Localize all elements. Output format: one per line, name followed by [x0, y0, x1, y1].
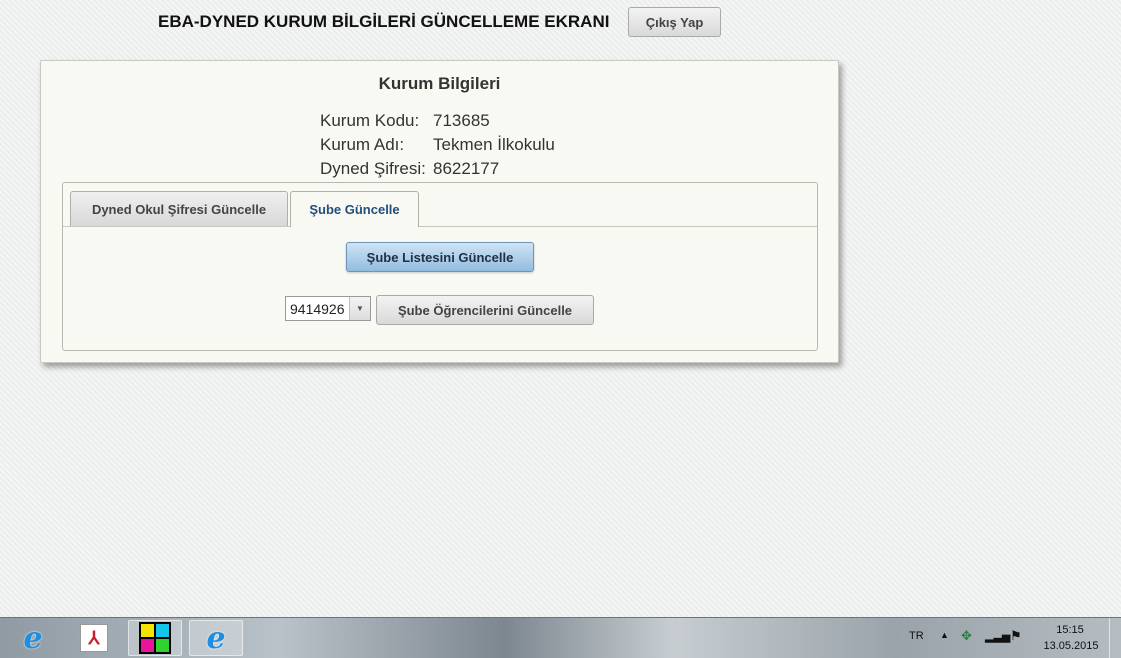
update-class-students-button[interactable]: Şube Öğrencilerini Güncelle — [376, 295, 594, 325]
flag-icon[interactable]: ⚑ — [1010, 628, 1022, 644]
tabs-container: Dyned Okul Şifresi Güncelle Şube Güncell… — [62, 182, 818, 351]
logout-button[interactable]: Çıkış Yap — [628, 7, 721, 37]
tab-update-class[interactable]: Şube Güncelle — [290, 191, 419, 227]
dyned-password-value: 8622177 — [433, 159, 500, 178]
institution-code-value: 713685 — [433, 111, 490, 130]
info-row-institution-name: Kurum Adı: Tekmen İlkokulu — [320, 135, 555, 155]
institution-name-value: Tekmen İlkokulu — [433, 135, 555, 154]
taskbar-pdf-button[interactable]: ⅄ — [67, 620, 121, 656]
info-label: Dyned Şifresi: — [320, 159, 426, 178]
tab-bar: Dyned Okul Şifresi Güncelle Şube Güncell… — [63, 183, 817, 227]
info-row-institution-code: Kurum Kodu: 713685 — [320, 111, 490, 131]
taskbar: e ⅄ e TR ▲ ✥ ▂▃▅ ⚑ 15:15 13.05.2015 — [0, 617, 1121, 658]
class-select-value: 9414926 — [290, 301, 345, 317]
taskbar-grid-app-button[interactable] — [128, 620, 182, 656]
taskbar-ie-button[interactable]: e — [6, 620, 60, 656]
language-indicator[interactable]: TR — [909, 630, 924, 642]
ie-icon: e — [206, 620, 226, 656]
header: EBA-DYNED KURUM BİLGİLERİ GÜNCELLEME EKR… — [0, 7, 1121, 37]
dropbox-icon[interactable]: ✥ — [961, 628, 972, 644]
grid-icon — [139, 622, 171, 654]
info-row-dyned-password: Dyned Şifresi: 8622177 — [320, 159, 499, 179]
show-desktop-button[interactable] — [1109, 618, 1121, 658]
institution-panel: Kurum Bilgileri Kurum Kodu: 713685 Kurum … — [40, 60, 839, 363]
update-class-list-button[interactable]: Şube Listesini Güncelle — [346, 242, 534, 272]
page-title: EBA-DYNED KURUM BİLGİLERİ GÜNCELLEME EKR… — [158, 12, 610, 31]
tab-update-school-password[interactable]: Dyned Okul Şifresi Güncelle — [70, 191, 288, 226]
show-hidden-icons-icon[interactable]: ▲ — [940, 630, 949, 640]
info-label: Kurum Adı: — [320, 135, 405, 154]
info-label: Kurum Kodu: — [320, 111, 420, 130]
panel-title: Kurum Bilgileri — [378, 74, 501, 93]
clock-date[interactable]: 13.05.2015 — [1040, 640, 1102, 652]
taskbar-ie-active-button[interactable]: e — [189, 620, 243, 656]
network-signal-icon[interactable]: ▂▃▅ — [985, 630, 1010, 643]
clock-time[interactable]: 15:15 — [1045, 624, 1095, 636]
pdf-icon: ⅄ — [80, 624, 108, 652]
class-select[interactable]: 9414926 ▼ — [285, 296, 371, 321]
ie-icon: e — [23, 620, 43, 656]
chevron-down-icon[interactable]: ▼ — [349, 297, 370, 320]
